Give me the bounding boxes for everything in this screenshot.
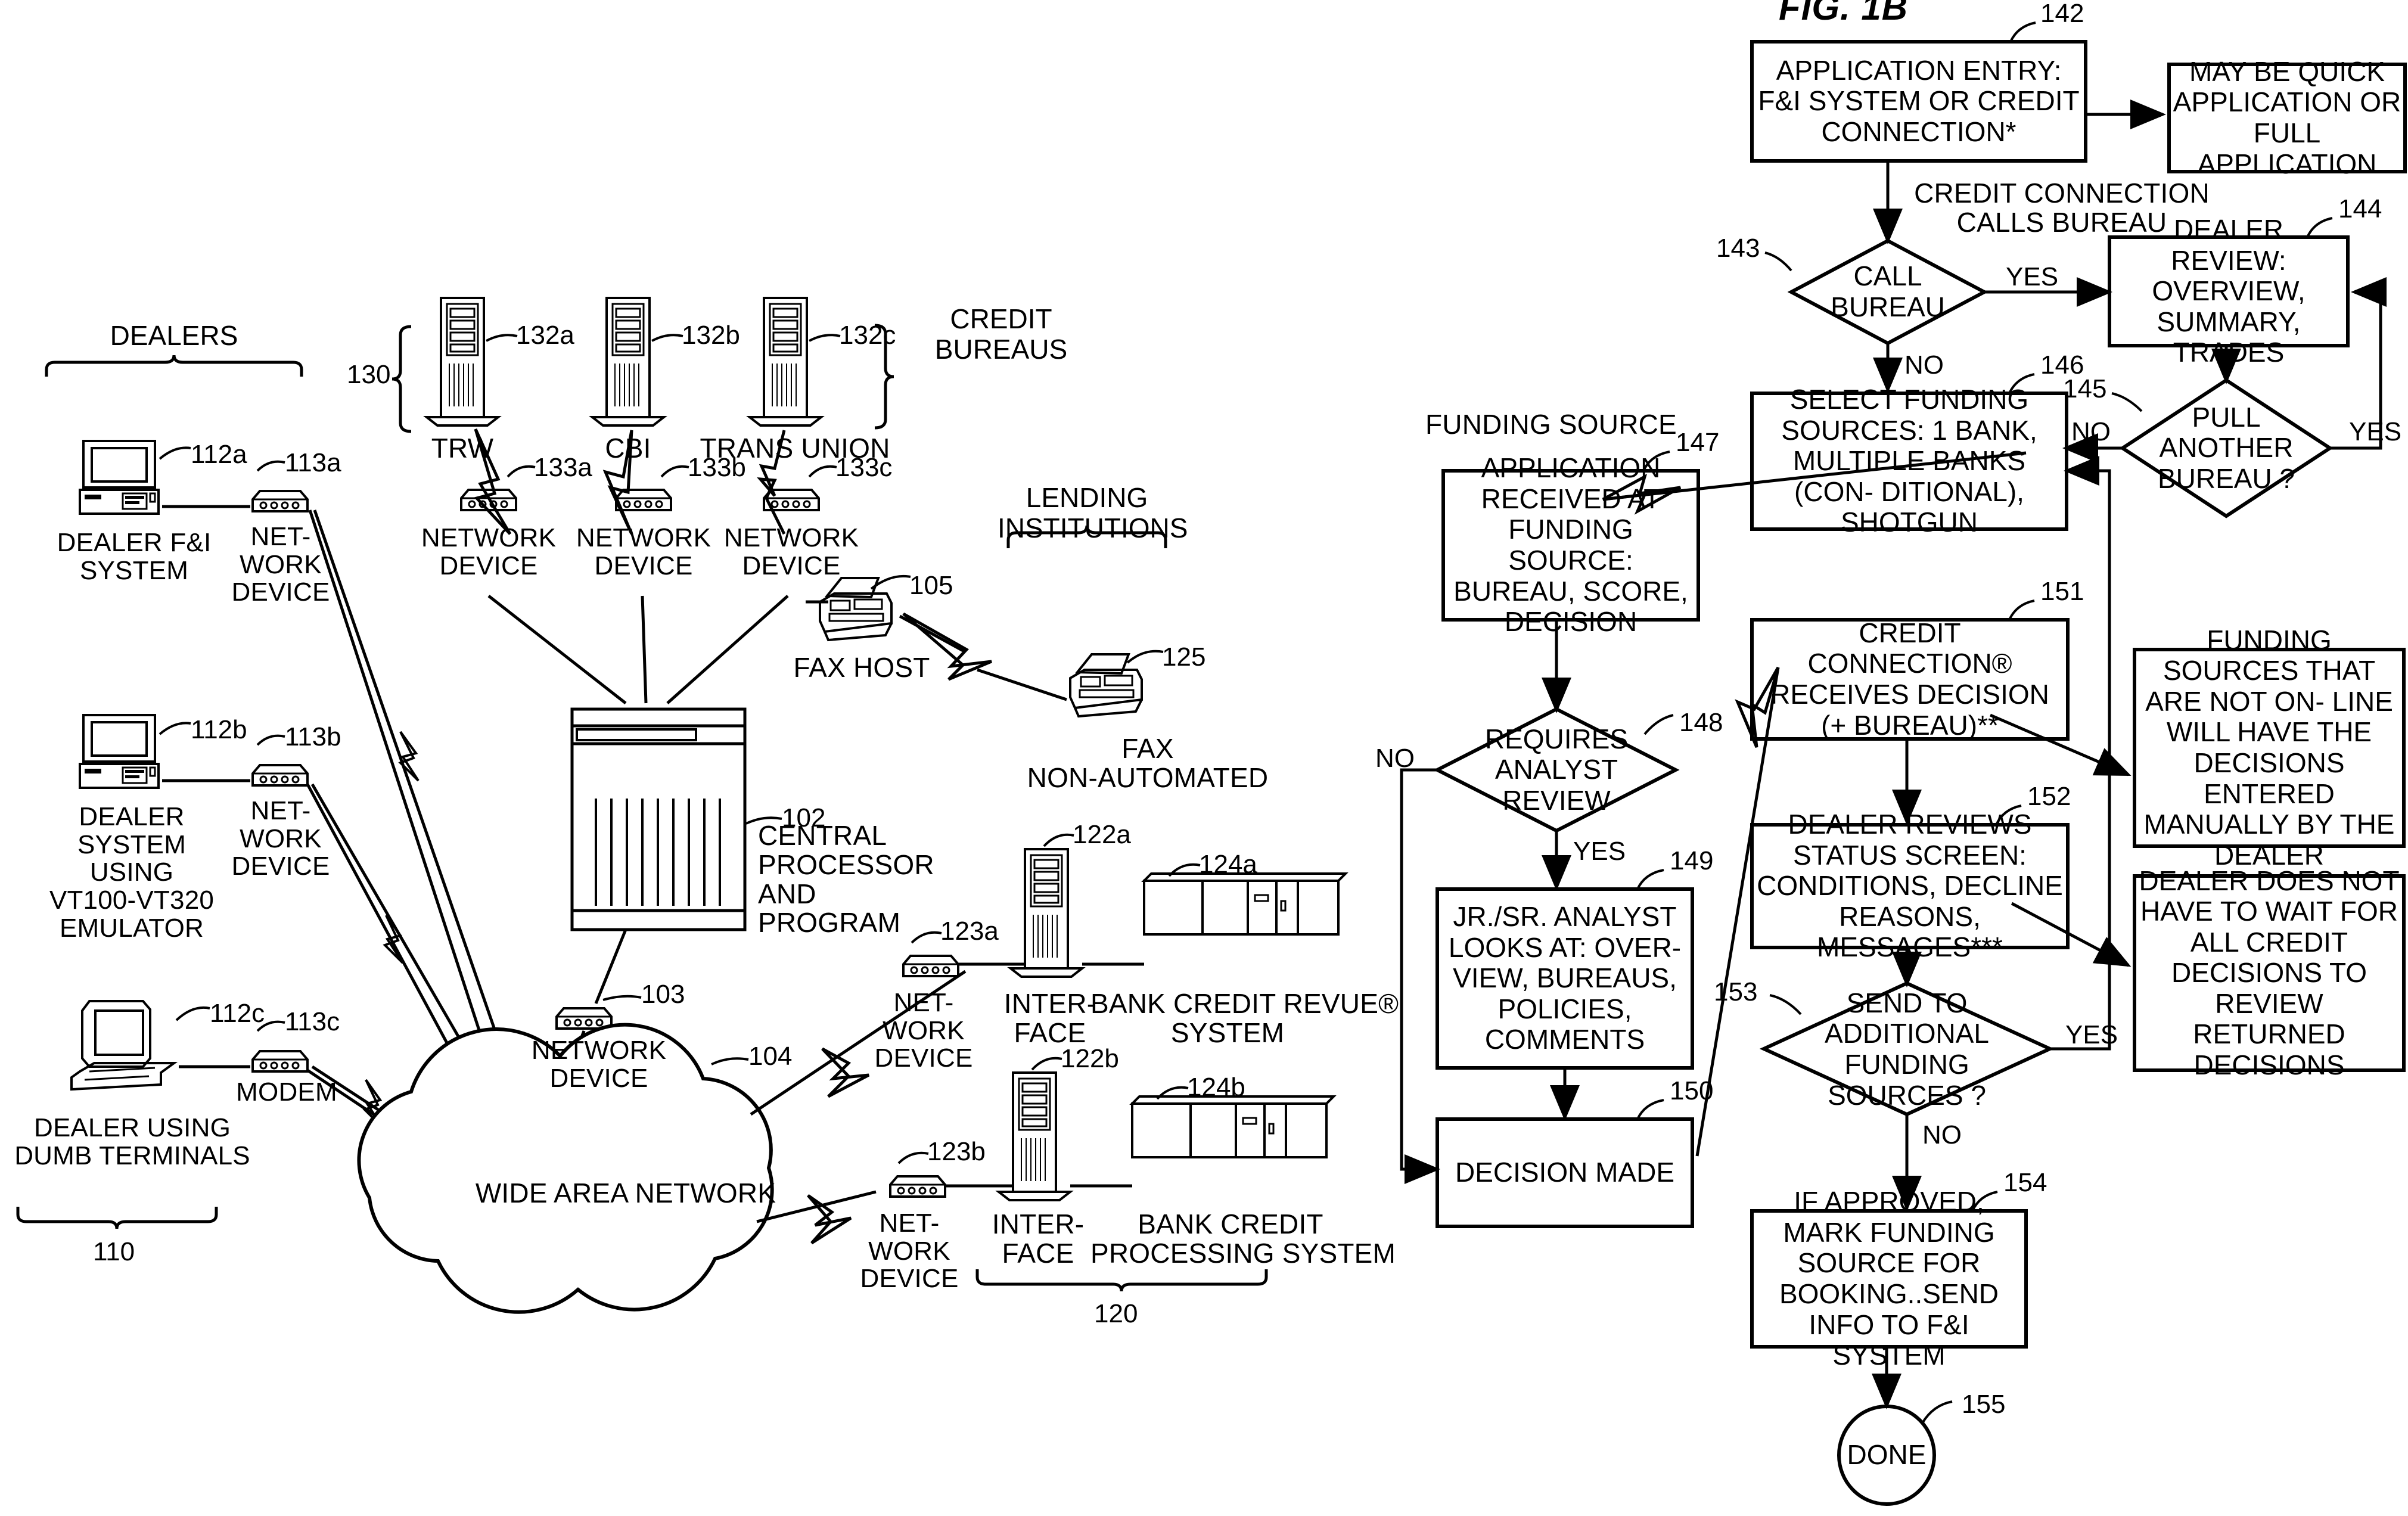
branch-label-145-yes: YES (2349, 417, 2402, 446)
flow-step-147-text: APPLICATION RECEIVED AT FUNDING SOURCE: … (1453, 452, 1688, 638)
flow-step-145-text: PULL ANOTHER BUREAU ? (2157, 401, 2295, 494)
flow-step-153-text: SEND TO ADDITIONAL FUNDING SOURCES ? (1824, 987, 1990, 1111)
flow-note-dealer-no-wait: DEALER DOES NOT HAVE TO WAIT FOR ALL CRE… (2139, 865, 2400, 1080)
node-label-network-device-103: NETWORK DEVICE (531, 1036, 667, 1093)
flow-step-149-text: JR./SR. ANALYST LOOKS AT: OVER- VIEW, BU… (1448, 901, 1682, 1055)
branch-label-153-no: NO (1922, 1120, 1962, 1150)
ref-154: 154 (2003, 1168, 2047, 1197)
flow-step-146-text: SELECT FUNDING SOURCES: 1 BANK, MULTIPLE… (1781, 384, 2037, 538)
section-label-lending-institutions: LENDING INSTITUTIONS (998, 482, 1188, 543)
ref-130: 130 (347, 360, 391, 389)
ref-110: 110 (93, 1237, 135, 1266)
ref-153: 153 (1714, 977, 1758, 1006)
flow-step-148-text: REQUIRES ANALYST REVIEW (1484, 723, 1629, 816)
ref-148: 148 (1679, 708, 1723, 737)
ref-133c: 133c (835, 453, 893, 482)
ref-113a: 113a (285, 448, 341, 477)
ref-122b: 122b (1061, 1044, 1119, 1073)
ref-103: 103 (641, 980, 685, 1009)
flow-step-150-text: DECISION MADE (1455, 1157, 1675, 1188)
node-label-wide-area-network: WIDE AREA NETWORK (475, 1178, 776, 1209)
ref-142: 142 (2040, 0, 2084, 28)
flow-step-155-text: DONE (1847, 1439, 1927, 1471)
flow-step-152-text: DEALER REVIEWS STATUS SCREEN: CONDITIONS… (1757, 809, 2063, 963)
edge-label-funding-source: FUNDING SOURCE (1425, 409, 1677, 440)
node-label-network-device-123b: NET- WORK DEVICE (860, 1209, 959, 1294)
flow-step-143-text: CALL BUREAU (1831, 260, 1945, 322)
flow-note-quick-application-text: MAY BE QUICK APPLICATION OR FULL APPLICA… (2173, 55, 2401, 179)
edge-label-credit-connection-calls-bureau: CREDIT CONNECTION CALLS BUREAU (1914, 178, 2210, 238)
ref-112c: 112c (210, 999, 265, 1028)
ref-124a: 124a (1199, 850, 1257, 879)
section-label-credit-bureaus: CREDIT BUREAUS (934, 303, 1068, 365)
ref-133a: 133a (534, 453, 592, 482)
node-label-interface-122b: INTER- FACE (992, 1209, 1085, 1269)
ref-112b: 112b (191, 715, 247, 744)
ref-146: 146 (2040, 350, 2084, 380)
node-label-bank-credit-processing: BANK CREDIT PROCESSING SYSTEM (1090, 1209, 1396, 1269)
patent-figure: FIG. 1B DEALERS CREDIT BUREAUS LENDING I… (0, 0, 2408, 1516)
ref-120: 120 (1094, 1299, 1138, 1328)
ref-143: 143 (1716, 234, 1760, 263)
node-label-network-device-133b: NETWORK DEVICE (576, 523, 711, 580)
ref-124b: 124b (1187, 1073, 1245, 1102)
ref-147: 147 (1676, 428, 1720, 457)
ref-155: 155 (1962, 1390, 2006, 1419)
ref-123b: 123b (927, 1137, 986, 1166)
node-label-dealer-fi-system: DEALER F&I SYSTEM (57, 528, 212, 585)
node-label-trw: TRW (431, 433, 494, 464)
ref-123a: 123a (940, 917, 999, 946)
node-label-dealer-dumb-terminals: DEALER USING DUMB TERMINALS (14, 1113, 250, 1170)
branch-label-145-no: NO (2071, 417, 2111, 446)
branch-label-153-yes: YES (2065, 1020, 2118, 1049)
ref-112a: 112a (191, 440, 247, 469)
flow-step-144-text: DEALER REVIEW: OVERVIEW, SUMMARY, TRADES (2152, 214, 2306, 368)
ref-125: 125 (1162, 642, 1206, 672)
ref-149: 149 (1670, 846, 1714, 875)
flow-step-151-text: CREDIT CONNECTION® RECEIVES DECISION (+ … (1770, 617, 2049, 741)
node-label-fax-non-automated: FAX NON-AUTOMATED (1027, 733, 1269, 793)
ref-132c: 132c (839, 321, 896, 350)
node-label-fax-host: FAX HOST (793, 652, 930, 683)
flow-note-offline-funding-sources: FUNDING SOURCES THAT ARE NOT ON- LINE WI… (2143, 624, 2395, 871)
ref-104: 104 (748, 1042, 793, 1071)
node-label-network-device-133c: NETWORK DEVICE (723, 523, 859, 580)
ref-122a: 122a (1073, 820, 1131, 849)
node-label-central-processor: CENTRAL PROCESSOR AND PROGRAM (758, 820, 934, 939)
node-label-dealer-system-vt: DEALER SYSTEM USING VT100-VT320 EMULATOR (49, 802, 215, 943)
ref-113c: 113c (285, 1007, 340, 1036)
ref-144: 144 (2338, 194, 2382, 223)
flow-step-142-text: APPLICATION ENTRY: F&I SYSTEM OR CREDIT … (1758, 54, 2080, 147)
node-label-network-device-123a: NET- WORK DEVICE (874, 988, 973, 1073)
ref-151: 151 (2040, 577, 2084, 606)
ref-132a: 132a (516, 321, 574, 350)
node-label-network-device-113a: NET- WORK DEVICE (231, 522, 330, 607)
ref-105: 105 (909, 571, 953, 600)
node-label-bank-credit-revue: BANK CREDIT REVUE® SYSTEM (1090, 988, 1399, 1048)
section-label-dealers: DEALERS (110, 320, 238, 351)
branch-label-148-no: NO (1375, 744, 1415, 773)
ref-132b: 132b (682, 321, 740, 350)
branch-label-143-no: NO (1904, 350, 1944, 380)
node-label-network-device-113b: NET- WORK DEVICE (231, 796, 330, 881)
node-label-modem: MODEM (236, 1077, 337, 1107)
ref-152: 152 (2027, 782, 2071, 811)
branch-label-148-yes: YES (1573, 837, 1626, 866)
ref-102: 102 (782, 803, 826, 832)
branch-label-143-yes: YES (2006, 262, 2059, 291)
ref-150: 150 (1670, 1076, 1714, 1105)
flow-step-154-text: IF APPROVED, MARK FUNDING SOURCE FOR BOO… (1779, 1186, 1999, 1371)
ref-133b: 133b (688, 453, 746, 482)
ref-113b: 113b (285, 722, 341, 751)
figure-title: FIG. 1B (1779, 0, 1909, 27)
node-label-network-device-133a: NETWORK DEVICE (421, 523, 557, 580)
